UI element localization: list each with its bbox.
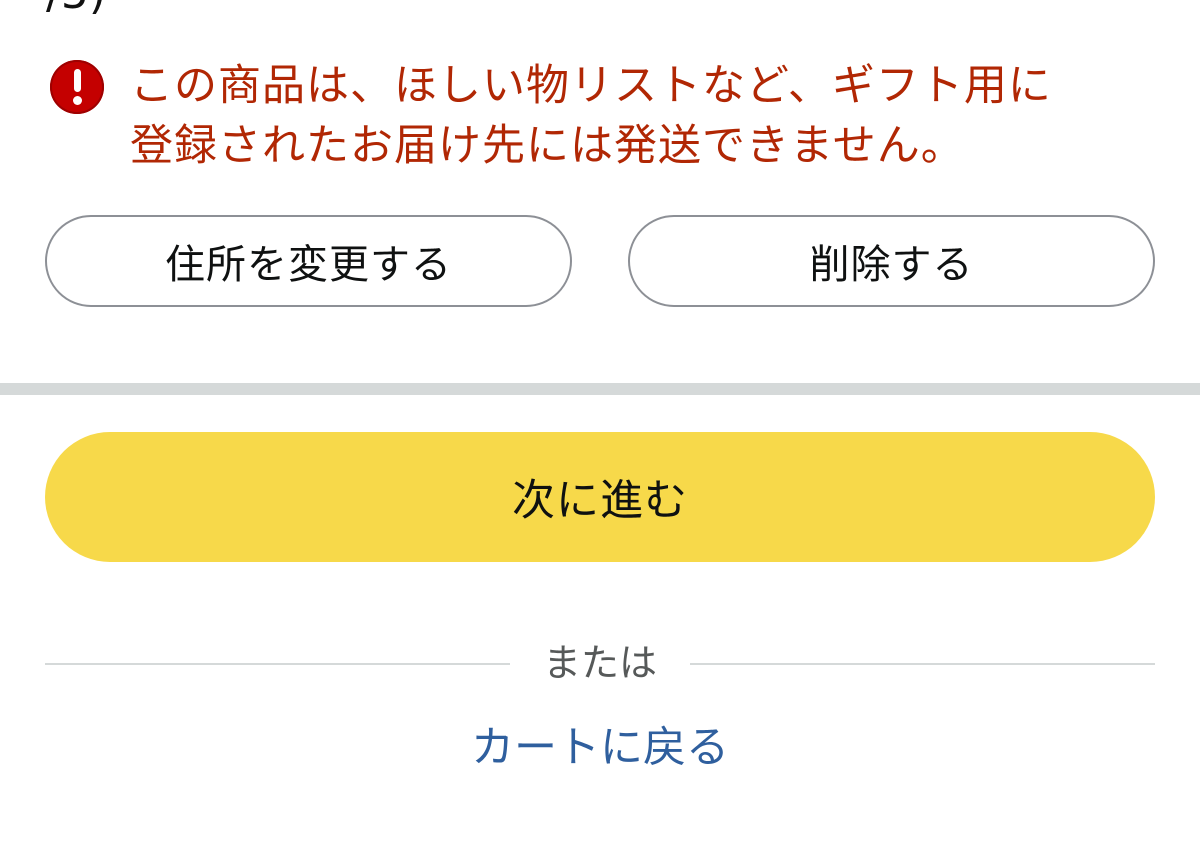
back-to-cart-link[interactable]: カートに戻る [0, 718, 1200, 778]
or-label: または [542, 641, 657, 685]
separator-line-left [45, 663, 510, 665]
change-address-button[interactable]: 住所を変更する [45, 215, 572, 307]
exclamation-circle-icon [50, 60, 104, 114]
checkout-page: /5) この商品は、ほしい物リストなど、ギフト用に 登録されたお届け先には発送で… [0, 0, 1200, 843]
separator-line-right [690, 663, 1155, 665]
continue-button[interactable]: 次に進む [45, 432, 1155, 562]
alert-message-line-1: この商品は、ほしい物リストなど、ギフト用に [130, 61, 1052, 111]
delete-button[interactable]: 削除する [628, 215, 1155, 307]
alert-message: この商品は、ほしい物リストなど、ギフト用に 登録されたお届け先には発送できません… [130, 56, 1160, 176]
cutoff-header-text: /5) [46, 0, 106, 16]
alert-message-line-2: 登録されたお届け先には発送できません。 [130, 121, 965, 171]
section-divider [0, 383, 1200, 395]
or-separator: または [45, 638, 1155, 688]
